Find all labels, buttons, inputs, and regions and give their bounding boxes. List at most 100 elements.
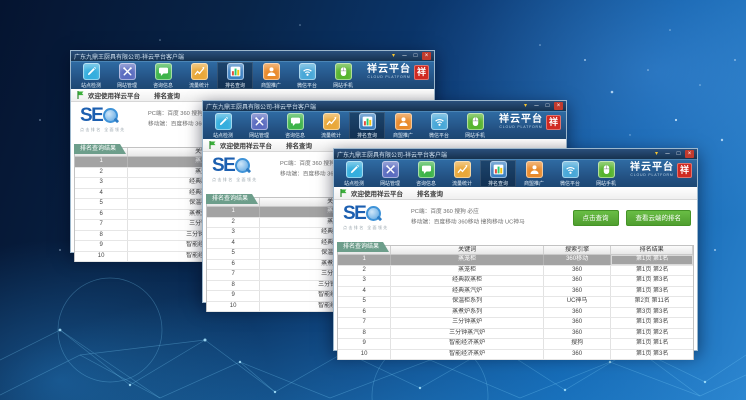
- breadcrumb: 欢迎使用祥云平台 排名查询: [334, 187, 697, 200]
- toolbar-item-label: 咨询信息: [153, 81, 173, 88]
- app-window-front[interactable]: 广东九鼎王厨具有限公司-祥云平台客户端 ▾ ─ □ × 站点检测: [333, 148, 698, 351]
- toolbar-item[interactable]: 排名查询: [480, 160, 516, 187]
- toolbar-item[interactable]: 微信平台: [289, 62, 325, 89]
- toolbar-item[interactable]: 微信平台: [421, 112, 457, 139]
- toolbar-item[interactable]: 网站管理: [241, 112, 277, 139]
- mouse-icon: [598, 161, 615, 178]
- bar-chart-icon: [227, 63, 244, 80]
- cell-no: 7: [207, 270, 260, 280]
- window-title: 广东九鼎王厨具有限公司-祥云平台客户端: [206, 102, 521, 111]
- table-row[interactable]: 5 保温柜系列 UC神马 第2页 第11名: [338, 297, 693, 308]
- toolbar-item-label: 网站管理: [380, 179, 400, 186]
- cell-result: 第1页 第2名: [611, 266, 693, 276]
- close-icon[interactable]: ×: [554, 102, 563, 110]
- cell-no: 6: [75, 210, 128, 220]
- toolbar-item[interactable]: 商盟推广: [385, 112, 421, 139]
- table-row[interactable]: 3 经典款蒸柜 360 第1页 第3名: [338, 276, 693, 287]
- window-title: 广东九鼎王厨具有限公司-祥云平台客户端: [337, 150, 652, 159]
- table-row[interactable]: 2 蒸笼柜 360 第1页 第2名: [338, 266, 693, 277]
- line-chart-icon: [323, 113, 340, 130]
- title-bar[interactable]: 广东九鼎王厨具有限公司-祥云平台客户端 ▾ ─ □ ×: [71, 51, 434, 61]
- minimize-icon[interactable]: ─: [400, 52, 409, 60]
- signal-icon: [299, 63, 316, 80]
- chat-icon: [155, 63, 172, 80]
- toolbar-item-label: 网站管理: [117, 81, 137, 88]
- skin-icon[interactable]: ▾: [521, 102, 530, 110]
- table-row[interactable]: 8 三分钟蒸汽炉 360 第1页 第2名: [338, 329, 693, 340]
- title-bar[interactable]: 广东九鼎王厨具有限公司-祥云平台客户端 ▾ ─ □ ×: [203, 101, 566, 111]
- engine-line-mobile: 移动端：百度移动 360移动 搜狗移动 UC神马: [411, 218, 525, 228]
- close-icon[interactable]: ×: [422, 52, 431, 60]
- minimize-icon[interactable]: ─: [663, 150, 672, 158]
- toolbar-item[interactable]: 网站管理: [109, 62, 145, 89]
- toolbar-item[interactable]: 微信平台: [552, 160, 588, 187]
- toolbar-item-label: 排名查询: [357, 131, 377, 138]
- table-row[interactable]: 9 智能经济蒸炉 搜狗 第1页 第1名: [338, 339, 693, 350]
- cell-no: 2: [338, 266, 391, 276]
- line-chart-icon: [454, 161, 471, 178]
- seo-tagline: 点击排名 全面领先: [212, 177, 258, 182]
- close-icon[interactable]: ×: [685, 150, 694, 158]
- cell-keyword: 三分钟蒸炉: [391, 318, 544, 328]
- toolbar-item[interactable]: 网站手机: [588, 160, 624, 187]
- tab-ranking-results[interactable]: 排名查询结果: [74, 144, 126, 154]
- table-row[interactable]: 6 蒸煮炉系列 360 第3页 第3名: [338, 308, 693, 319]
- toolbar-item[interactable]: 流量统计: [313, 112, 349, 139]
- toolbar-item[interactable]: 站点检测: [205, 112, 241, 139]
- toolbar-item[interactable]: 网站手机: [325, 62, 361, 89]
- cell-no: 9: [338, 339, 391, 349]
- query-button[interactable]: 点击查询: [573, 210, 619, 226]
- toolbar-item[interactable]: 流量统计: [444, 160, 480, 187]
- toolbar-item[interactable]: 网站手机: [457, 112, 493, 139]
- table-row[interactable]: 10 智能经济蒸炉 360 第1页 第3名: [338, 350, 693, 361]
- skin-icon[interactable]: ▾: [652, 150, 661, 158]
- skin-icon[interactable]: ▾: [389, 52, 398, 60]
- toolbar-item-label: 微信平台: [297, 81, 317, 88]
- mouse-icon: [335, 63, 352, 80]
- seo-logo: SE 点击排名 全面领先: [80, 106, 144, 133]
- tab-ranking-results[interactable]: 排名查询结果: [206, 194, 258, 204]
- pencil-icon: [83, 63, 100, 80]
- cloud-ranking-button[interactable]: 查看云端的排名: [626, 210, 692, 226]
- toolbar-item[interactable]: 咨询信息: [408, 160, 444, 187]
- cell-no: 9: [75, 241, 128, 251]
- cell-no: 7: [75, 220, 128, 230]
- toolbar-item[interactable]: 站点检测: [336, 160, 372, 187]
- toolbar-item[interactable]: 排名查询: [349, 112, 385, 139]
- toolbar-item[interactable]: 网站管理: [372, 160, 408, 187]
- cell-no: 10: [338, 350, 391, 360]
- table-row[interactable]: 1 蒸笼柜 360移动 第1页 第1名: [338, 255, 693, 266]
- toolbar-item[interactable]: 流量统计: [181, 62, 217, 89]
- engine-line-pc: PC端：百度 360 搜狗 必应: [411, 207, 525, 217]
- tab-ranking-results[interactable]: 排名查询结果: [337, 242, 389, 252]
- window-controls: ▾ ─ □ ×: [521, 102, 563, 110]
- toolbar-item[interactable]: 站点检测: [73, 62, 109, 89]
- title-bar[interactable]: 广东九鼎王厨具有限公司-祥云平台客户端 ▾ ─ □ ×: [334, 149, 697, 159]
- cell-no: 4: [207, 239, 260, 249]
- maximize-icon[interactable]: □: [543, 102, 552, 110]
- cell-no: 10: [75, 252, 128, 262]
- toolbar-item[interactable]: 商盟推广: [516, 160, 552, 187]
- person-icon: [395, 113, 412, 130]
- toolbar-item[interactable]: 咨询信息: [277, 112, 313, 139]
- minimize-icon[interactable]: ─: [532, 102, 541, 110]
- brand-seal: 祥: [414, 65, 429, 80]
- toolbar-item[interactable]: 咨询信息: [145, 62, 181, 89]
- signal-icon: [431, 113, 448, 130]
- toolbar-item[interactable]: 商盟推广: [253, 62, 289, 89]
- brand-subtitle: CLOUD PLATFORM: [630, 174, 674, 178]
- cell-engine: 360: [544, 350, 611, 360]
- seo-logo-text: SE: [343, 204, 365, 223]
- table-row[interactable]: 4 经典蒸汽炉 360 第1页 第3名: [338, 287, 693, 298]
- cell-no: 6: [338, 308, 391, 318]
- maximize-icon[interactable]: □: [674, 150, 683, 158]
- table-row[interactable]: 7 三分钟蒸炉 360 第1页 第3名: [338, 318, 693, 329]
- header-keyword: 关键词: [391, 246, 544, 254]
- cell-no: 5: [75, 199, 128, 209]
- brand-seal: 祥: [677, 163, 692, 178]
- person-icon: [526, 161, 543, 178]
- cell-result: 第1页 第2名: [611, 329, 693, 339]
- cell-no: 6: [207, 260, 260, 270]
- maximize-icon[interactable]: □: [411, 52, 420, 60]
- toolbar-item[interactable]: 排名查询: [217, 62, 253, 89]
